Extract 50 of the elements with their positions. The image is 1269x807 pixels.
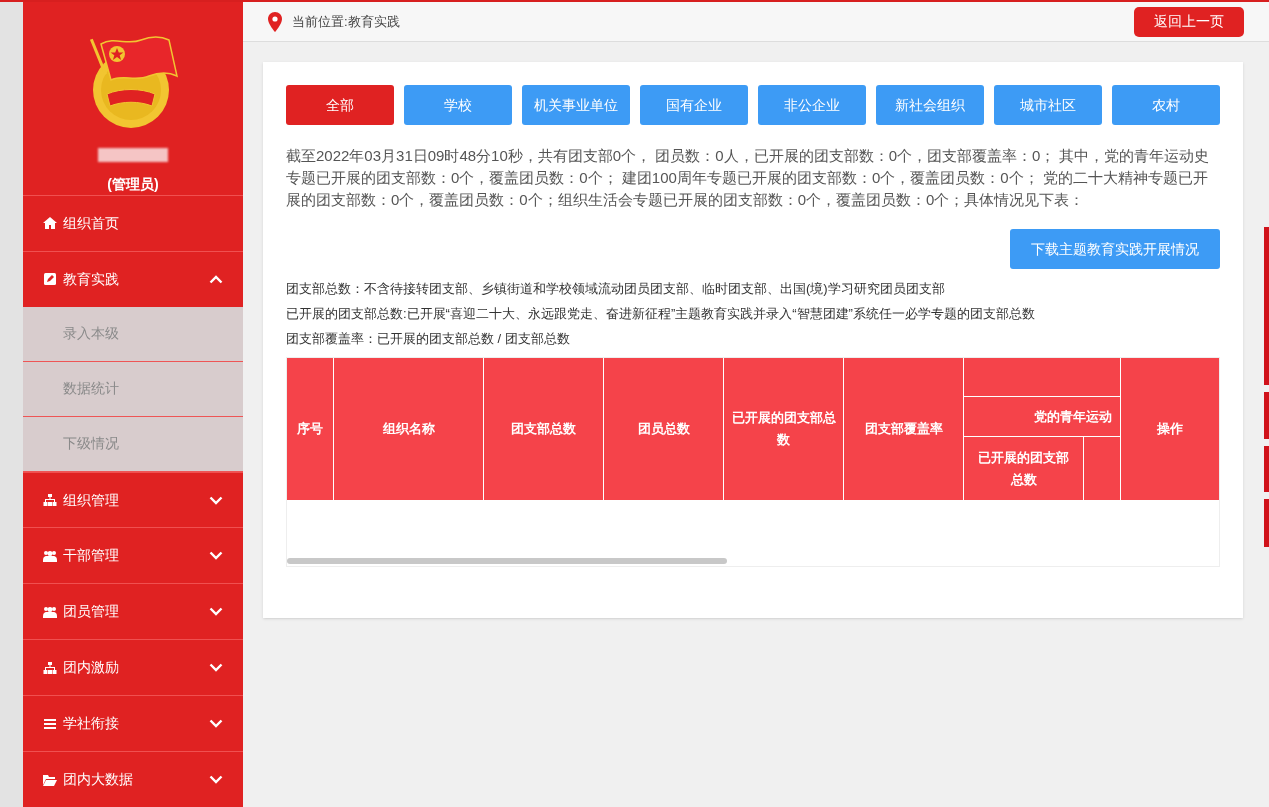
users-icon — [43, 604, 57, 619]
table-header-cell: 团员总数 — [604, 358, 724, 500]
sidebar-item[interactable]: 学社衔接 — [23, 695, 243, 752]
table-header-cell: 已开展的团支部总数 — [724, 358, 844, 500]
back-button[interactable]: 返回上一页 — [1134, 6, 1244, 37]
note-text: 团支部总数：不含待接转团支部、乡镇街道和学校领域流动团员团支部、临时团支部、出国(境)学习研究团员团支部 — [286, 280, 946, 298]
table-header-cell: 组织名称 — [334, 358, 484, 500]
submenu-item[interactable]: 下级情况 — [23, 416, 243, 472]
table-header-cell: 序号 — [287, 358, 334, 500]
submenu-item[interactable]: 数据统计 — [23, 361, 243, 417]
filter-tab[interactable]: 机关事业单位 — [522, 85, 630, 125]
sidebar-item[interactable]: 组织管理 — [23, 471, 243, 528]
sidebar-item[interactable]: 团内大数据 — [23, 751, 243, 807]
folder-icon — [43, 772, 57, 787]
hierarchy-icon — [43, 660, 57, 675]
filter-tab[interactable]: 学校 — [404, 85, 512, 125]
table-header-cell: 操作 — [1120, 358, 1219, 500]
role-label: (管理员) — [107, 175, 159, 194]
note-text: 团支部覆盖率：已开展的团支部总数 / 团支部总数 — [286, 330, 571, 348]
submenu-item[interactable]: 录入本级 — [23, 306, 243, 362]
table-header-cell: 团支部覆盖率 — [844, 358, 964, 500]
summary-text: 截至2022年03月31日09时48分10秒，共有团支部0个， 团员数：0人，已开展的团支部数：0个，团支部覆盖率：0； 其中，党的青年运动史专题已开展的团支部数：0个，覆盖团员数：0个； 建团100周年专题已开展的团支部数：0个，覆盖团员数：0个； 党的二十大精神专题已开展的团支部数：0个，覆盖团员数：0个；组织生活会专题已开展的团支部数：0个，覆盖团员数：0个；具体情况见下表： — [286, 146, 1211, 210]
edit-icon — [43, 272, 57, 287]
download-button[interactable]: 下载主题教育实践开展情况 — [1010, 229, 1220, 269]
side-tab[interactable] — [1264, 392, 1269, 439]
sidebar-item[interactable]: 组织首页 — [23, 195, 243, 251]
side-tab[interactable] — [1264, 446, 1269, 492]
side-tab[interactable] — [1264, 499, 1269, 547]
sidebar-item[interactable]: 团内激励 — [23, 639, 243, 696]
side-tab[interactable] — [1264, 227, 1269, 385]
table-header-cell: 团支部总数 — [484, 358, 604, 500]
users-icon — [43, 548, 57, 563]
filter-tab[interactable]: 农村 — [1112, 85, 1220, 125]
filter-tab[interactable]: 非公企业 — [758, 85, 866, 125]
note-text: 已开展的团支部总数:已开展“喜迎二十大、永远跟党走、奋进新征程”主题教育实践并录入“智慧团建”系统任一必学专题的团支部总数 — [286, 305, 1036, 323]
filter-tab[interactable]: 全部 — [286, 85, 394, 125]
home-icon — [43, 216, 57, 231]
sidebar-item[interactable]: 干部管理 — [23, 527, 243, 584]
location-pin-icon — [268, 11, 282, 32]
horizontal-scrollbar[interactable] — [287, 558, 727, 564]
menu-icon — [43, 716, 57, 731]
sidebar-item[interactable]: 教育实践 — [23, 250, 243, 307]
hierarchy-icon — [43, 493, 57, 508]
sidebar-item[interactable]: 团员管理 — [23, 583, 243, 640]
filter-tab[interactable]: 新社会组织 — [876, 85, 984, 125]
breadcrumb: 当前位置:教育实践 — [292, 12, 400, 31]
filter-tab[interactable]: 城市社区 — [994, 85, 1102, 125]
table-header-cell: 已开展的团支部总数 — [964, 437, 1084, 500]
redacted-name — [98, 148, 168, 162]
filter-tab[interactable]: 国有企业 — [640, 85, 748, 125]
